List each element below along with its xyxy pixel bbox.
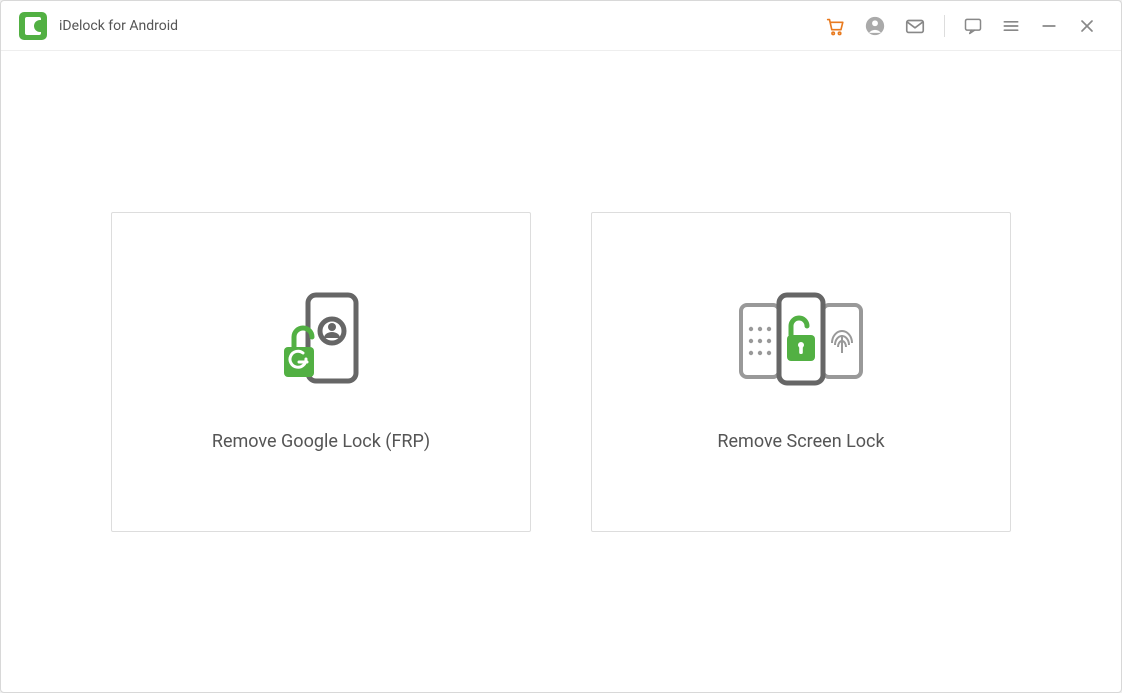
titlebar: iDelock for Android <box>1 1 1121 51</box>
mail-icon[interactable] <box>904 15 926 37</box>
remove-google-lock-card[interactable]: Remove Google Lock (FRP) <box>111 212 531 532</box>
screen-lock-icon <box>731 291 871 387</box>
person-icon[interactable] <box>864 15 886 37</box>
google-lock-icon <box>266 291 376 387</box>
feedback-icon[interactable] <box>963 16 983 36</box>
titlebar-right <box>824 15 1097 37</box>
titlebar-divider <box>944 15 945 37</box>
close-icon[interactable] <box>1077 16 1097 36</box>
app-logo-icon <box>19 12 47 40</box>
app-title: iDelock for Android <box>59 18 178 34</box>
menu-icon[interactable] <box>1001 16 1021 36</box>
cart-icon[interactable] <box>824 15 846 37</box>
titlebar-left: iDelock for Android <box>19 12 178 40</box>
minimize-icon[interactable] <box>1039 16 1059 36</box>
card-label: Remove Screen Lock <box>717 431 884 452</box>
card-label: Remove Google Lock (FRP) <box>212 431 430 452</box>
app-window: iDelock for Android <box>0 0 1122 693</box>
remove-screen-lock-card[interactable]: Remove Screen Lock <box>591 212 1011 532</box>
main-content: Remove Google Lock (FRP) <box>1 51 1121 692</box>
